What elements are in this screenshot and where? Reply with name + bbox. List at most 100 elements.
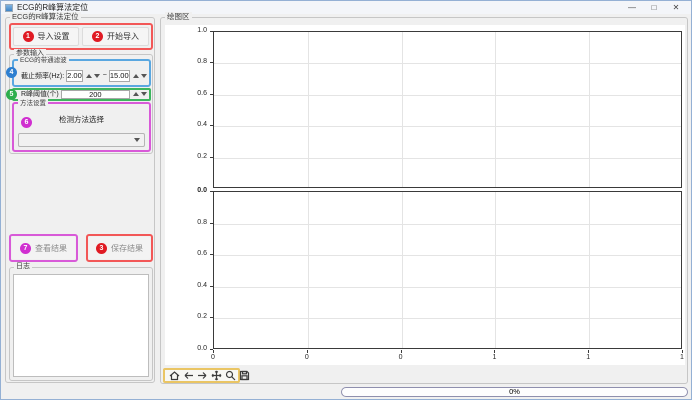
view-results-button[interactable]: 7 查看结果 [12, 237, 75, 259]
y-tick-mark [210, 223, 213, 224]
step-3-badge: 3 [96, 243, 107, 254]
x-tick-label: 0 [302, 354, 312, 362]
method-group-title: 方法设置 [18, 99, 48, 109]
method-settings-outline: 方法设置 6 检测方法选择 [12, 102, 151, 152]
x-tick-mark [588, 350, 589, 353]
save-results-label: 保存结果 [111, 243, 143, 254]
gridline-horizontal [214, 63, 681, 64]
gridline-vertical [495, 192, 496, 348]
minimize-button[interactable]: — [621, 2, 643, 14]
x-tick-label: 1 [583, 354, 593, 362]
left-panel-title: ECG的R峰算法定位 [10, 12, 81, 22]
save-results-outline: 3 保存结果 [86, 234, 153, 262]
titlebar: ECG的R峰算法定位 — □ ✕ [1, 1, 691, 14]
step-1-badge: 1 [23, 31, 34, 42]
maximize-button[interactable]: □ [643, 2, 665, 14]
forward-arrow-icon [197, 370, 208, 381]
progress-bar: 0% [341, 387, 688, 397]
import-settings-label: 导入设置 [38, 31, 70, 42]
y-tick-mark [210, 191, 213, 192]
params-group: 参数输入 ECG的带通滤波 4 截止频率(Hz): 2.00 ~ 15.00 [9, 54, 153, 154]
y-tick-label: 0.4 [167, 121, 207, 129]
x-tick-mark [682, 350, 683, 353]
y-tick-mark [210, 254, 213, 255]
x-tick-label: 0 [208, 354, 218, 362]
log-group-title: 日志 [14, 262, 32, 272]
low-cutoff-spinbox[interactable]: 2.00 [66, 70, 83, 82]
y-tick-label: 0.6 [167, 90, 207, 98]
gridline-vertical [308, 192, 309, 348]
plot-panel-title: 绘图区 [165, 12, 192, 22]
close-button[interactable]: ✕ [665, 2, 687, 14]
toolbar-back-button[interactable] [183, 370, 194, 382]
gridline-vertical [402, 192, 403, 348]
step-7-badge: 7 [20, 243, 31, 254]
log-textarea[interactable] [13, 274, 149, 377]
x-tick-label: 1 [489, 354, 499, 362]
spin-up-icon[interactable] [86, 74, 92, 78]
pan-icon [211, 370, 222, 381]
gridline-vertical [495, 32, 496, 187]
gridline-horizontal [214, 224, 681, 225]
import-settings-button[interactable]: 1 导入设置 [13, 27, 79, 46]
save-floppy-icon [239, 370, 250, 381]
y-tick-mark [210, 94, 213, 95]
progress-percent-label: 0% [342, 388, 687, 396]
gridline-vertical [402, 32, 403, 187]
y-tick-label: 0.8 [167, 219, 207, 227]
y-tick-label: 0.8 [167, 58, 207, 66]
window-title: ECG的R峰算法定位 [17, 2, 621, 13]
zoom-magnifier-icon [225, 370, 236, 381]
x-tick-mark [494, 350, 495, 353]
method-select-label: 检测方法选择 [14, 114, 149, 125]
y-tick-mark [210, 62, 213, 63]
x-tick-label: 1 [677, 354, 687, 362]
plot-canvas[interactable]: 1.00.80.60.40.20.00.80.60.40.20.0000111 [165, 25, 685, 365]
plot-toolbar [163, 368, 240, 383]
import-section-outline: 1 导入设置 2 开始导入 [9, 23, 153, 50]
y-tick-label: 1.0 [167, 27, 207, 35]
x-tick-mark [401, 350, 402, 353]
bandpass-group-title: ECG的带通滤波 [18, 56, 69, 66]
low-cutoff-spin-arrows[interactable] [85, 74, 101, 78]
spin-up-icon[interactable] [133, 92, 139, 96]
range-tilde: ~ [103, 72, 107, 79]
rpeak-spin-arrows[interactable] [132, 92, 148, 96]
chevron-down-icon [134, 138, 140, 142]
toolbar-forward-button[interactable] [197, 370, 208, 382]
start-import-button[interactable]: 2 开始导入 [82, 27, 149, 46]
toolbar-zoom-button[interactable] [225, 370, 236, 382]
toolbar-pan-button[interactable] [211, 370, 222, 382]
y-tick-label: 0.0 [167, 345, 207, 353]
step-5-badge: 5 [6, 89, 17, 100]
cutoff-frequency-label: 截止频率(Hz): [21, 71, 64, 81]
toolbar-home-button[interactable] [169, 370, 180, 382]
spin-down-icon[interactable] [141, 74, 147, 78]
step-4-badge: 4 [6, 67, 17, 78]
gridline-vertical [308, 32, 309, 187]
spin-down-icon[interactable] [94, 74, 100, 78]
x-tick-mark [307, 350, 308, 353]
high-cutoff-spin-arrows[interactable] [132, 74, 148, 78]
rpeak-threshold-label: R峰阈值(个) [21, 89, 59, 99]
method-combobox[interactable] [18, 133, 145, 147]
high-cutoff-spinbox[interactable]: 15.00 [109, 70, 130, 82]
gridline-horizontal [214, 318, 681, 319]
view-results-outline: 7 查看结果 [9, 234, 78, 262]
gridline-horizontal [214, 95, 681, 96]
subplot-top-axes [213, 31, 682, 188]
spin-up-icon[interactable] [133, 74, 139, 78]
rpeak-threshold-spinbox[interactable]: 200 [61, 90, 130, 99]
save-results-button[interactable]: 3 保存结果 [89, 237, 150, 259]
y-tick-mark [210, 125, 213, 126]
back-arrow-icon [183, 370, 194, 381]
spin-down-icon[interactable] [141, 92, 147, 96]
y-tick-mark [210, 317, 213, 318]
step-2-badge: 2 [92, 31, 103, 42]
gridline-horizontal [214, 287, 681, 288]
plot-panel-group: 绘图区 1.00.80.60.40.20.00.80.60.40.20.0000… [160, 17, 688, 384]
gridline-horizontal [214, 158, 681, 159]
y-tick-label: 0.2 [167, 313, 207, 321]
view-results-label: 查看结果 [35, 243, 67, 254]
toolbar-save-button[interactable] [239, 370, 250, 382]
